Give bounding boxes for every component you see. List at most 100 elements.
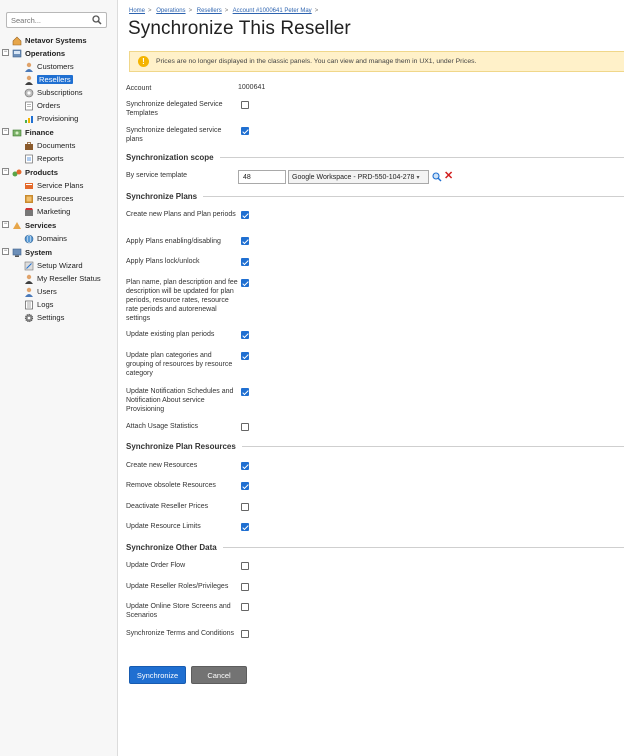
create-plans-checkbox[interactable] bbox=[241, 211, 249, 219]
sidebar-item-reports[interactable]: Reports bbox=[24, 152, 64, 165]
remove-obsolete-resources-checkbox[interactable] bbox=[241, 482, 249, 490]
subscriptions-icon bbox=[24, 88, 34, 98]
apply-plans-enabling-checkbox[interactable] bbox=[241, 237, 249, 245]
update-order-flow-checkbox[interactable] bbox=[241, 562, 249, 570]
update-notifications-checkbox[interactable] bbox=[241, 388, 249, 396]
main-content: Home > Operations > Resellers > Account #10… bbox=[118, 0, 624, 756]
collapse-services-icon[interactable]: − bbox=[2, 221, 9, 228]
update-resource-limits-checkbox[interactable] bbox=[241, 523, 249, 531]
sidebar-item-label: Marketing bbox=[37, 207, 71, 216]
update-plan-periods-checkbox[interactable] bbox=[241, 331, 249, 339]
sidebar-item-marketing[interactable]: Marketing bbox=[24, 205, 70, 218]
store-icon bbox=[24, 207, 34, 217]
breadcrumb-account[interactable]: Account #1000641 Peter May bbox=[233, 8, 312, 14]
breadcrumb-operations[interactable]: Operations bbox=[156, 8, 185, 14]
cancel-button[interactable]: Cancel bbox=[191, 666, 247, 684]
clear-template-icon[interactable]: ✕ bbox=[444, 171, 453, 182]
sidebar-group-products[interactable]: Products bbox=[12, 166, 58, 179]
section-title: Synchronization scope bbox=[126, 152, 214, 162]
reseller-icon bbox=[24, 75, 34, 85]
sidebar-item-service-plans[interactable]: Service Plans bbox=[24, 179, 83, 192]
breadcrumb-resellers[interactable]: Resellers bbox=[197, 8, 222, 14]
other-option-label: Synchronize Terms and Conditions bbox=[126, 630, 235, 637]
sidebar-group-services-label: Services bbox=[25, 221, 57, 230]
sidebar-item-label: Subscriptions bbox=[37, 88, 83, 97]
sidebar-item-users[interactable]: Users bbox=[24, 285, 57, 298]
chevron-down-icon: ▾ bbox=[416, 174, 420, 181]
finance-icon bbox=[12, 128, 22, 138]
sidebar-group-finance[interactable]: Finance bbox=[12, 126, 54, 139]
sidebar-item-logs[interactable]: Logs bbox=[24, 298, 53, 311]
sidebar-item-root[interactable]: Netavor Systems bbox=[12, 34, 87, 47]
search-input[interactable] bbox=[7, 13, 87, 27]
sidebar-group-operations-label: Operations bbox=[25, 49, 66, 58]
system-icon bbox=[12, 248, 22, 258]
deactivate-reseller-prices-checkbox[interactable] bbox=[241, 503, 249, 511]
breadcrumb-home[interactable]: Home bbox=[129, 8, 145, 14]
operations-icon bbox=[12, 49, 22, 59]
sidebar-item-settings[interactable]: Settings bbox=[24, 311, 64, 324]
wizard-icon bbox=[24, 261, 34, 271]
plan-option-label: Attach Usage Statistics bbox=[126, 423, 198, 430]
sidebar-group-operations[interactable]: Operations bbox=[12, 47, 65, 60]
sidebar-group-products-label: Products bbox=[25, 168, 58, 177]
sidebar-item-provisioning[interactable]: Provisioning bbox=[24, 112, 78, 125]
reseller-status-icon bbox=[24, 274, 34, 284]
sidebar-item-label: Service Plans bbox=[37, 181, 84, 190]
sidebar-item-documents[interactable]: Documents bbox=[24, 139, 75, 152]
sidebar-item-customers[interactable]: Customers bbox=[24, 60, 74, 73]
prices-alert: ! Prices are no longer displayed in the … bbox=[129, 51, 624, 72]
section-title: Synchronize Other Data bbox=[126, 542, 217, 552]
template-search-icon[interactable] bbox=[432, 172, 442, 184]
sync-service-templates-checkbox[interactable] bbox=[241, 101, 249, 109]
sync-service-templates-label: Synchronize delegated Service Templates bbox=[126, 101, 223, 117]
sidebar-item-subscriptions[interactable]: Subscriptions bbox=[24, 86, 83, 99]
sidebar-group-services[interactable]: Services bbox=[12, 219, 56, 232]
sidebar-item-resources[interactable]: Resources bbox=[24, 192, 73, 205]
collapse-finance-icon[interactable]: − bbox=[2, 128, 9, 135]
update-online-store-checkbox[interactable] bbox=[241, 603, 249, 611]
update-plan-name-checkbox[interactable] bbox=[241, 279, 249, 287]
sidebar-group-system-label: System bbox=[25, 248, 53, 257]
sync-terms-conditions-checkbox[interactable] bbox=[241, 630, 249, 638]
attach-usage-statistics-checkbox[interactable] bbox=[241, 423, 249, 431]
report-icon bbox=[24, 154, 34, 164]
synchronize-button[interactable]: Synchronize bbox=[129, 666, 186, 684]
sync-service-plans-checkbox[interactable] bbox=[241, 127, 249, 135]
service-template-id-input[interactable] bbox=[238, 170, 286, 184]
apply-plans-lock-checkbox[interactable] bbox=[241, 258, 249, 266]
update-plan-categories-checkbox[interactable] bbox=[241, 352, 249, 360]
warning-icon: ! bbox=[138, 56, 149, 67]
service-template-name: Google Workspace - PRD-550-104-278 bbox=[292, 173, 415, 181]
sidebar-item-domains[interactable]: Domains bbox=[24, 232, 67, 245]
service-template-label: By service template bbox=[126, 172, 188, 179]
sidebar-item-resellers[interactable]: Resellers bbox=[24, 73, 73, 86]
sidebar-item-label: Setup Wizard bbox=[37, 261, 83, 270]
orders-icon bbox=[24, 101, 34, 111]
service-template-select[interactable]: Google Workspace - PRD-550-104-278 ▾ bbox=[288, 170, 429, 184]
sidebar-item-label: Resources bbox=[37, 194, 74, 203]
sidebar-item-reseller-status[interactable]: My Reseller Status bbox=[24, 272, 101, 285]
sidebar-item-label: My Reseller Status bbox=[37, 274, 101, 283]
sidebar-item-label: Resellers bbox=[37, 75, 73, 84]
section-synchronize-plan-resources: Synchronize Plan Resources bbox=[126, 441, 624, 451]
section-title: Synchronize Plan Resources bbox=[126, 441, 236, 451]
create-resources-checkbox[interactable] bbox=[241, 462, 249, 470]
update-reseller-roles-checkbox[interactable] bbox=[241, 583, 249, 591]
plan-option-label: Update plan categories and grouping of r… bbox=[126, 352, 233, 377]
sidebar-item-label: Domains bbox=[37, 234, 67, 243]
search-icon[interactable] bbox=[92, 15, 102, 27]
breadcrumb: Home > Operations > Resellers > Account #10… bbox=[129, 8, 319, 14]
collapse-operations-icon[interactable]: − bbox=[2, 49, 9, 56]
sidebar: Netavor Systems − Operations Customers R… bbox=[0, 0, 118, 756]
resource-option-label: Update Resource Limits bbox=[126, 523, 201, 530]
sidebar-group-system[interactable]: System bbox=[12, 246, 52, 259]
collapse-products-icon[interactable]: − bbox=[2, 168, 9, 175]
sidebar-item-label: Users bbox=[37, 287, 57, 296]
plan-option-label: Update existing plan periods bbox=[126, 331, 215, 338]
resource-option-label: Create new Resources bbox=[126, 462, 198, 469]
sidebar-item-orders[interactable]: Orders bbox=[24, 99, 60, 112]
sidebar-item-setup-wizard[interactable]: Setup Wizard bbox=[24, 259, 83, 272]
sidebar-item-label: Reports bbox=[37, 154, 64, 163]
collapse-system-icon[interactable]: − bbox=[2, 248, 9, 255]
